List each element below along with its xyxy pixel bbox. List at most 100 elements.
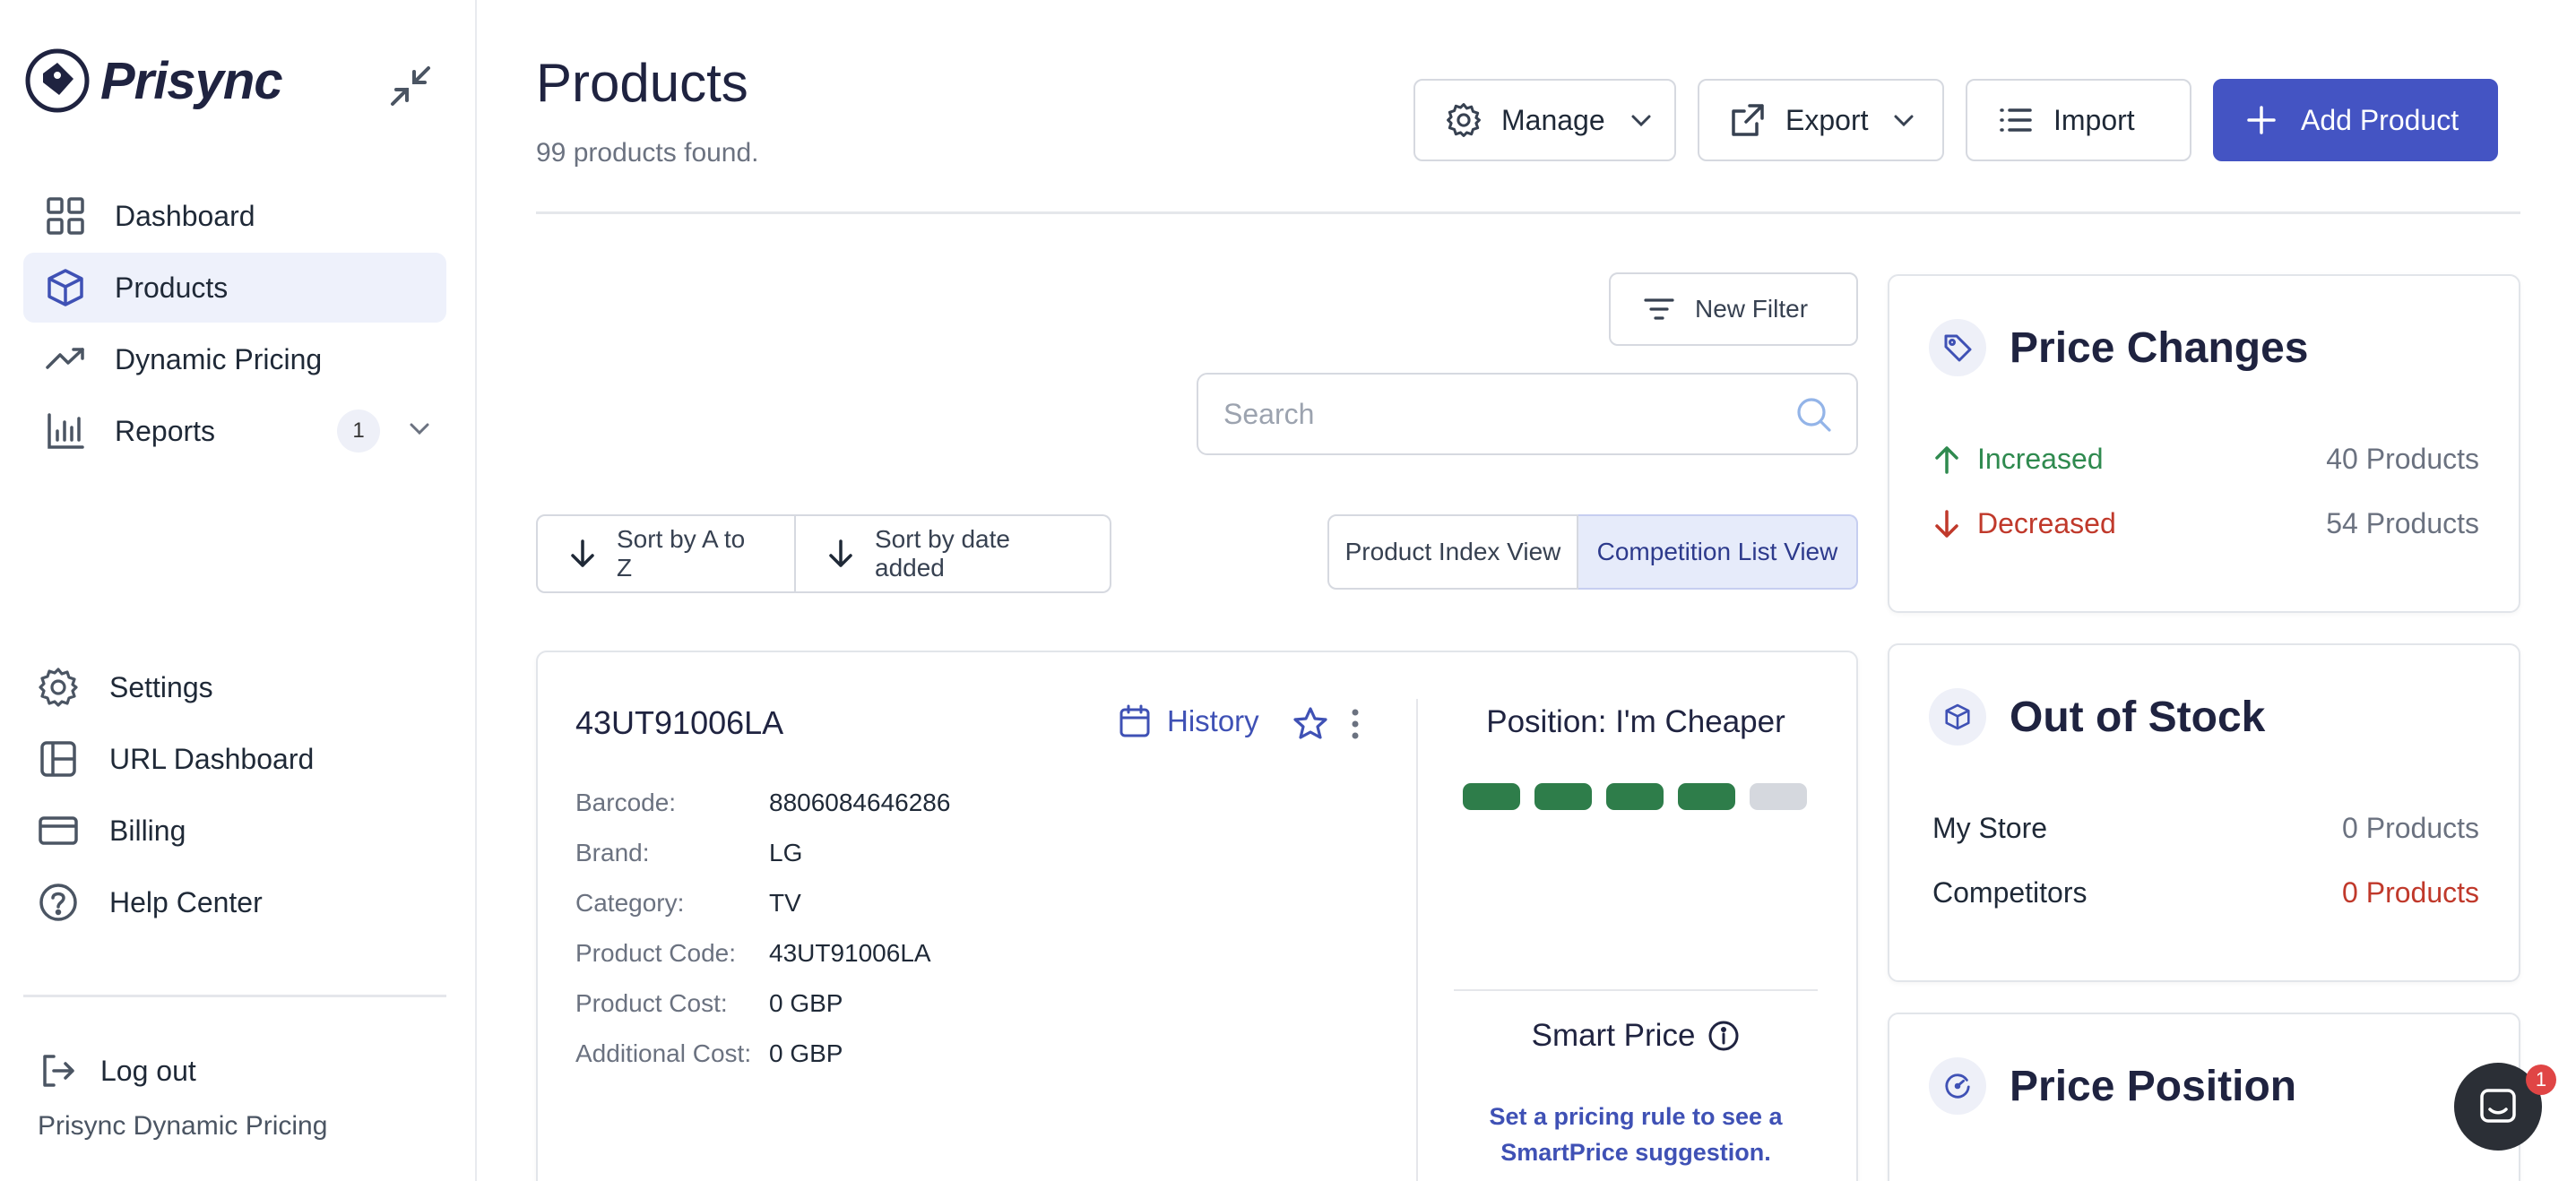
collapse-sidebar-button[interactable] [385, 61, 436, 111]
export-button[interactable]: Export [1698, 79, 1944, 161]
chat-icon [2480, 1089, 2516, 1123]
competitors-row[interactable]: Competitors 0 Products [1932, 876, 2479, 909]
chevron-down-icon [1629, 108, 1654, 133]
out-of-stock-title: Out of Stock [2010, 693, 2266, 741]
detail-value: TV [769, 889, 801, 917]
my-store-value: 0 Products [2342, 812, 2479, 844]
new-filter-button[interactable]: New Filter [1609, 272, 1858, 346]
my-store-label: My Store [1932, 812, 2048, 844]
sidebar-item-help-center[interactable]: Help Center [36, 880, 263, 925]
position-bar-segment [1678, 783, 1735, 810]
more-options-icon[interactable] [1350, 708, 1361, 745]
detail-label: Product Cost: [575, 989, 728, 1017]
cube-icon [1929, 688, 1986, 746]
sidebar-item-label: Dynamic Pricing [115, 342, 323, 375]
price-position-card: Price Position [1888, 1013, 2520, 1181]
sidebar-item-url-dashboard[interactable]: URL Dashboard [36, 737, 314, 781]
position-indicator [1463, 783, 1821, 810]
competitors-value: 0 Products [2342, 876, 2479, 909]
arrow-down-icon [568, 539, 597, 569]
reports-count-badge: 1 [337, 409, 380, 453]
trend-up-icon [45, 339, 86, 380]
detail-row-barcode: Barcode: 8806084646286 [575, 789, 950, 817]
search-input[interactable] [1223, 397, 1761, 431]
decreased-label: Decreased [1977, 507, 2116, 539]
manage-button[interactable]: Manage [1413, 79, 1676, 161]
increased-row[interactable]: Increased 40 Products [1932, 443, 2479, 476]
decreased-row[interactable]: Decreased 54 Products [1932, 507, 2479, 540]
add-product-button[interactable]: Add Product [2213, 79, 2498, 161]
logout-button[interactable]: Log out [36, 1048, 196, 1093]
position-bar-segment [1463, 783, 1520, 810]
history-label: History [1167, 704, 1259, 737]
smart-price-hint-link[interactable]: Set a pricing rule to see a SmartPrice s… [1443, 1099, 1828, 1170]
detail-label: Barcode: [575, 789, 677, 816]
sidebar-item-label: Billing [109, 814, 186, 847]
out-of-stock-header: Out of Stock [1929, 688, 2265, 746]
prisync-logo[interactable]: Prisync [23, 47, 283, 115]
sidebar-item-label: Products [115, 271, 229, 304]
help-circle-icon [36, 880, 81, 925]
sort-by-date-button[interactable]: Sort by date added [796, 514, 1111, 593]
product-index-view-tab[interactable]: Product Index View [1327, 514, 1578, 590]
sidebar-item-products[interactable]: Products [23, 253, 446, 323]
export-label: Export [1785, 103, 1869, 136]
external-link-icon [1730, 101, 1768, 139]
chat-notification-badge: 1 [2526, 1065, 2556, 1095]
competition-list-view-tab[interactable]: Competition List View [1578, 514, 1858, 590]
sidebar-item-label: URL Dashboard [109, 742, 315, 775]
my-store-row[interactable]: My Store 0 Products [1932, 812, 2479, 845]
grid-icon [45, 195, 86, 237]
decreased-value: 54 Products [2326, 507, 2479, 539]
header-divider [536, 211, 2520, 214]
product-title[interactable]: 43UT91006LA [575, 704, 783, 742]
credit-card-icon [36, 808, 81, 853]
view-toggle: Product Index View Competition List View [1327, 514, 1858, 590]
sort-by-date-label: Sort by date added [875, 525, 1010, 582]
sidebar-item-dynamic-pricing[interactable]: Dynamic Pricing [23, 324, 446, 394]
import-label: Import [2053, 103, 2135, 136]
sidebar-item-billing[interactable]: Billing [36, 808, 186, 853]
sidebar-item-label: Settings [109, 670, 213, 703]
card-vertical-divider [1416, 699, 1418, 1181]
import-button[interactable]: Import [1966, 79, 2191, 161]
chevron-down-icon[interactable] [407, 415, 432, 448]
logo-text: Prisync [100, 51, 283, 110]
sort-a-to-z-button[interactable]: Sort by A to Z [536, 514, 796, 593]
filter-icon [1643, 296, 1675, 323]
layout-icon [36, 737, 81, 781]
detail-label: Category: [575, 889, 685, 917]
price-position-header: Price Position [1929, 1057, 2296, 1115]
star-icon[interactable] [1292, 706, 1328, 746]
search-icon[interactable] [1795, 396, 1833, 438]
sidebar-item-label: Dashboard [115, 199, 255, 232]
list-icon [1998, 101, 2036, 139]
increased-value: 40 Products [2326, 443, 2479, 475]
sidebar-item-settings[interactable]: Settings [36, 665, 213, 710]
product-card: 43UT91006LA History Barcode: 88060846462… [536, 651, 1858, 1181]
competitors-label: Competitors [1932, 876, 2088, 909]
detail-value: 43UT91006LA [769, 939, 931, 967]
history-link[interactable]: History [1119, 704, 1259, 738]
smart-price-heading: Smart Price [1434, 1018, 1837, 1054]
price-tag-logo-icon [25, 48, 90, 113]
collapse-icon [391, 66, 430, 106]
plus-icon [2245, 101, 2283, 139]
detail-value: LG [769, 839, 803, 866]
info-icon[interactable] [1707, 1020, 1740, 1052]
search-field[interactable] [1197, 373, 1858, 455]
arrow-down-icon [1932, 509, 1961, 539]
price-changes-card: Price Changes Increased 40 Products Decr… [1888, 274, 2520, 613]
detail-row-product-cost: Product Cost: 0 GBP [575, 989, 843, 1018]
position-bar-segment [1750, 783, 1807, 810]
detail-value: 0 GBP [769, 1039, 843, 1067]
sidebar-item-reports[interactable]: Reports 1 [23, 396, 446, 466]
sidebar-item-dashboard[interactable]: Dashboard [23, 181, 446, 251]
arrow-down-icon [826, 539, 855, 569]
logout-icon [36, 1048, 81, 1093]
out-of-stock-card: Out of Stock My Store 0 Products Competi… [1888, 643, 2520, 982]
card-horizontal-divider [1454, 989, 1818, 991]
smart-price-label: Smart Price [1531, 1018, 1696, 1053]
detail-label: Product Code: [575, 939, 736, 967]
detail-row-additional-cost: Additional Cost: 0 GBP [575, 1039, 843, 1068]
